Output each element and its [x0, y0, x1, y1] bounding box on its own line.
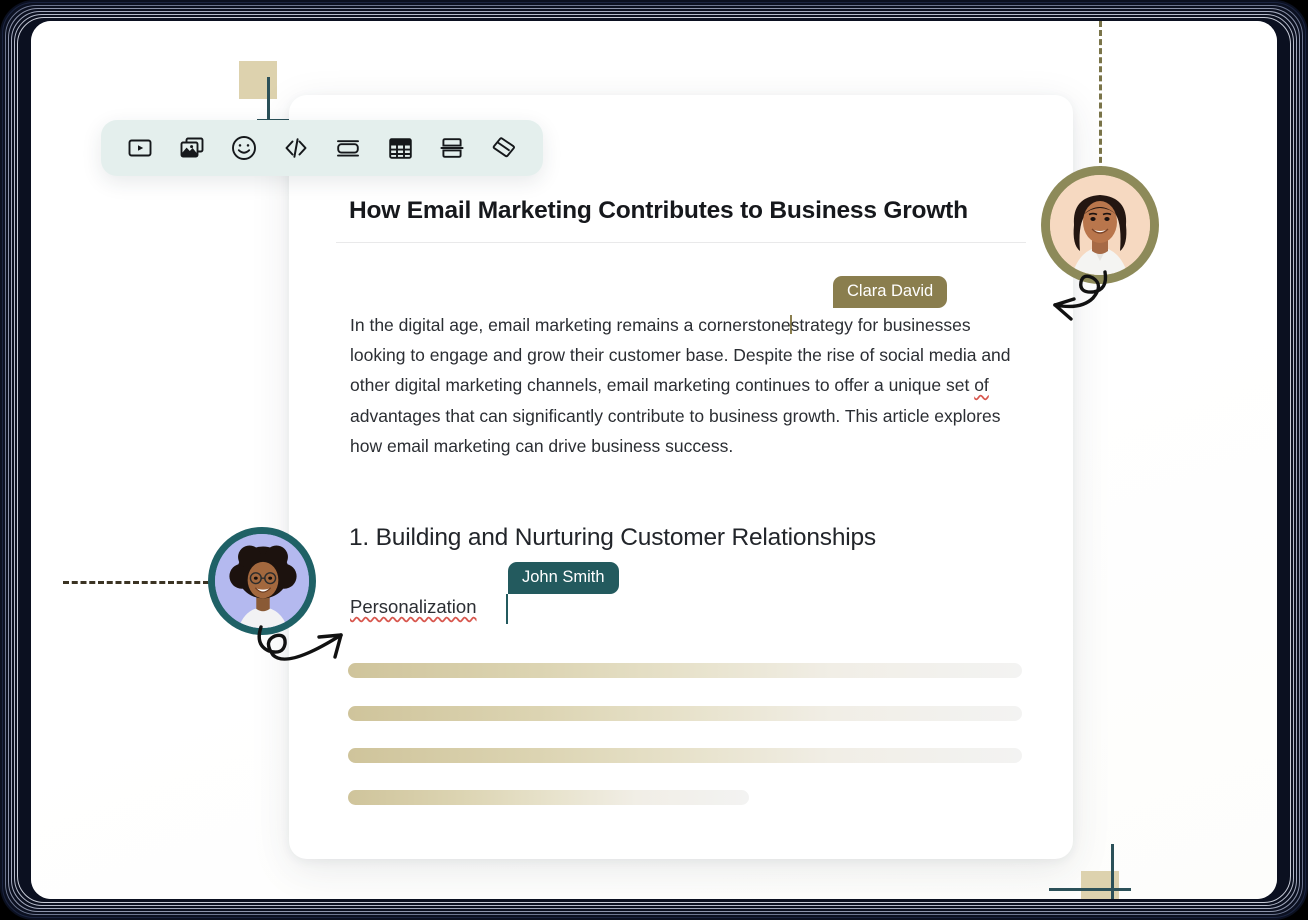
crosshair-square: [239, 61, 277, 99]
avatar-photo-clara: [1050, 175, 1150, 275]
placeholder-line: [348, 748, 1022, 763]
paragraph-text-tail: advantages that can significantly contri…: [350, 405, 1001, 456]
crosshair-marker-bottom-right: [1049, 844, 1139, 899]
document-paragraph[interactable]: In the digital age, email marketing rema…: [350, 310, 1015, 461]
collaborator-tag-john: John Smith: [508, 562, 619, 594]
editor-canvas: How Email Marketing Contributes to Busin…: [31, 21, 1277, 899]
guide-line-vertical: [1099, 21, 1102, 181]
placeholder-line: [348, 706, 1022, 721]
guide-line-horizontal: [63, 581, 209, 584]
page-break-icon-button[interactable]: [435, 131, 469, 165]
code-brackets-icon-button[interactable]: [279, 131, 313, 165]
avatar-photo-john: [215, 534, 309, 628]
smiley-icon-button[interactable]: [227, 131, 261, 165]
editor-insert-toolbar: [101, 120, 543, 176]
document-subheading[interactable]: Personalization: [350, 596, 477, 618]
eraser-icon-button[interactable]: [487, 131, 521, 165]
title-divider: [336, 242, 1026, 243]
document-heading-2: 1. Building and Nurturing Customer Relat…: [349, 524, 876, 551]
curly-arrow-left: [1009, 264, 1117, 341]
video-play-icon-button[interactable]: [123, 131, 157, 165]
image-gallery-icon-button[interactable]: [175, 131, 209, 165]
misspelled-word[interactable]: of: [974, 375, 989, 395]
document-title: How Email Marketing Contributes to Busin…: [349, 197, 968, 224]
misspelled-word[interactable]: Personalization: [350, 596, 477, 617]
john-text-caret: [506, 594, 508, 624]
paragraph-text-before-caret: In the digital age, email marketing rema…: [350, 315, 791, 335]
placeholder-line: [348, 790, 749, 805]
curly-arrow-right: [255, 617, 363, 694]
placeholder-line: [348, 663, 1022, 678]
collaborator-tag-clara: Clara David: [833, 276, 948, 308]
window-frame: How Email Marketing Contributes to Busin…: [0, 0, 1308, 920]
callout-box-icon-button[interactable]: [331, 131, 365, 165]
crosshair-horizontal-line: [1049, 888, 1131, 891]
table-grid-icon-button[interactable]: [383, 131, 417, 165]
